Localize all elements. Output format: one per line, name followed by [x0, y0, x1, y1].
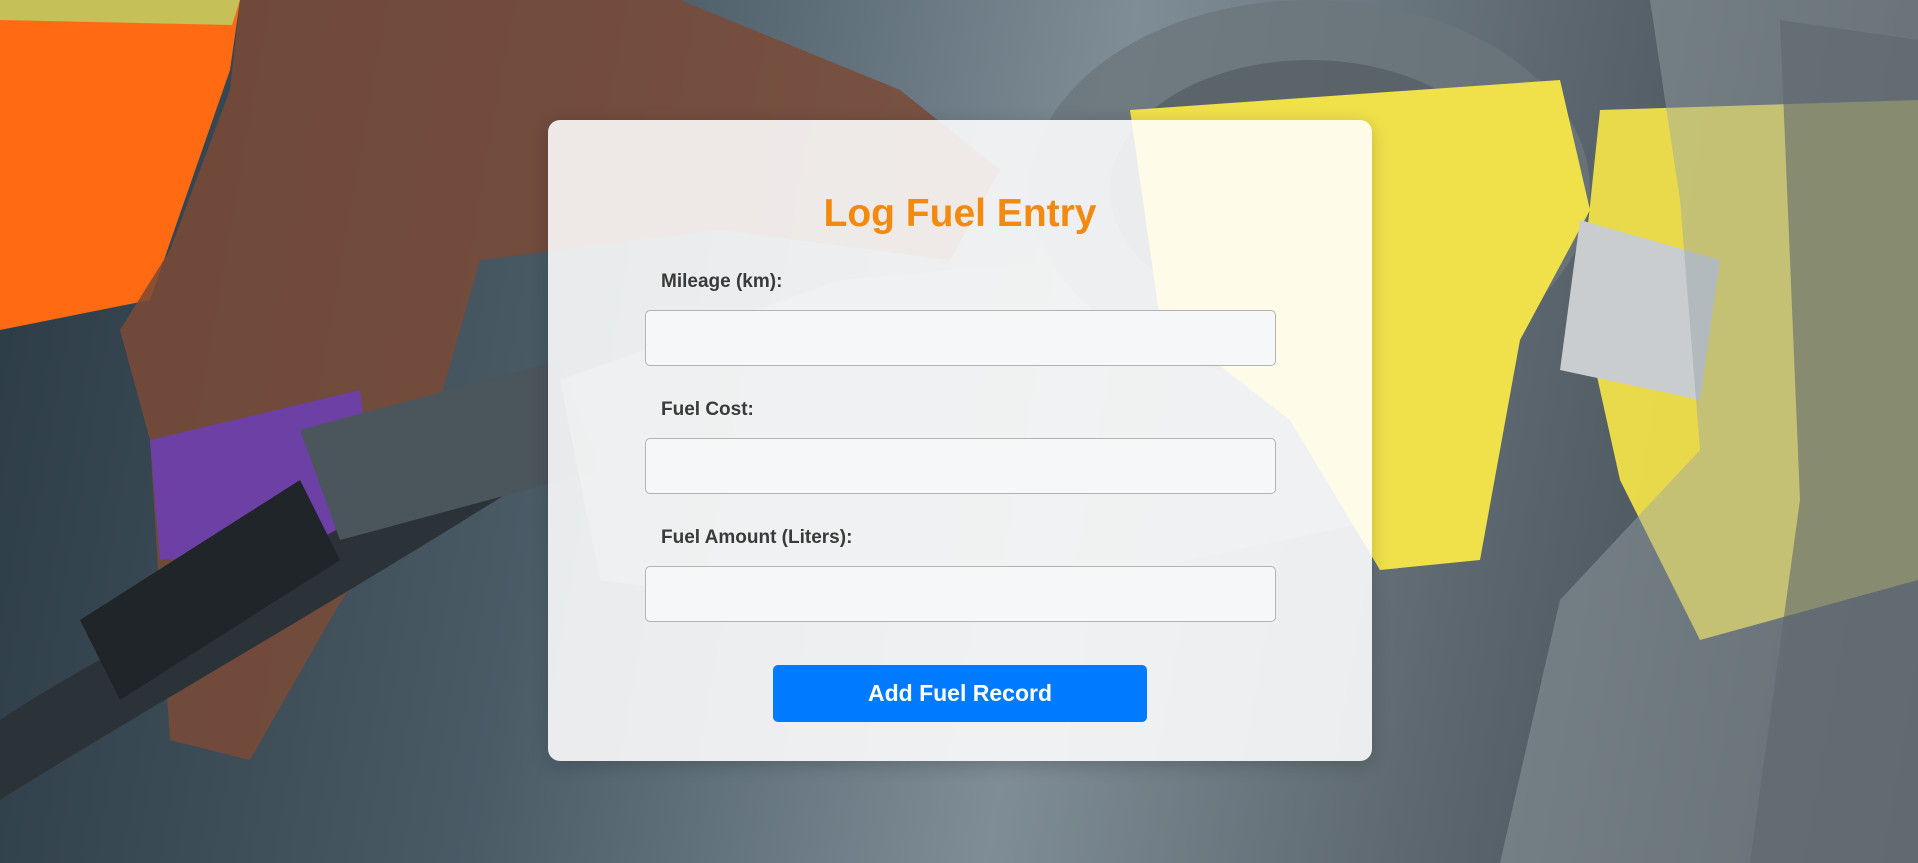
mileage-input[interactable] — [645, 310, 1276, 366]
add-fuel-record-button[interactable]: Add Fuel Record — [773, 665, 1147, 722]
fuel-entry-form-card: Log Fuel Entry Mileage (km): Fuel Cost: … — [548, 120, 1372, 761]
fuel-amount-input[interactable] — [645, 566, 1276, 622]
fuel-amount-label: Fuel Amount (Liters): — [661, 527, 853, 548]
mileage-label: Mileage (km): — [661, 271, 783, 292]
fuel-cost-label: Fuel Cost: — [661, 399, 754, 420]
form-title: Log Fuel Entry — [823, 192, 1097, 235]
fuel-cost-input[interactable] — [645, 438, 1276, 494]
